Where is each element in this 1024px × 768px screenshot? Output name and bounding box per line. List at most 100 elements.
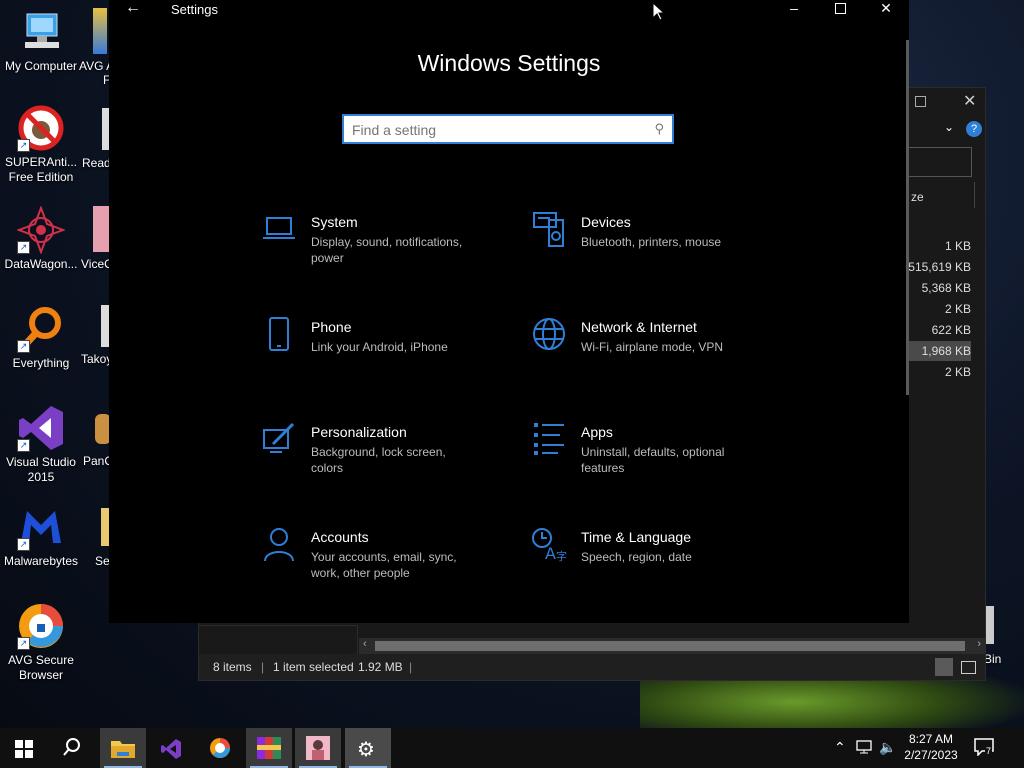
svg-text:A: A (545, 544, 556, 563)
partial-icon-label: Bin (984, 652, 1002, 666)
minimize-button[interactable]: – (771, 0, 817, 18)
chevron-up-icon[interactable]: ⌃ (834, 739, 846, 756)
mouse-cursor-icon (652, 1, 666, 26)
horizontal-scrollbar[interactable]: ‹ › (359, 638, 985, 654)
status-divider: | (261, 660, 265, 674)
taskbar-winrar[interactable] (246, 728, 292, 768)
phone-icon (261, 317, 297, 353)
taskbar: ⚙ ⌃ 🔈 8:27 AM 2/27/2023 7 (0, 728, 1024, 768)
person-icon (261, 527, 297, 563)
shortcut-arrow-icon: ↗ (17, 439, 30, 452)
maximize-button[interactable] (817, 0, 863, 18)
partial-icon-recycle-bin[interactable]: Bin (984, 606, 1001, 666)
help-icon[interactable]: ? (966, 121, 982, 137)
tile-network-internet[interactable]: Network & Internet Wi-Fi, airplane mode,… (531, 317, 771, 397)
tile-apps[interactable]: Apps Uninstall, defaults, optional featu… (531, 422, 771, 502)
page-title: Windows Settings (417, 50, 601, 76)
tile-phone[interactable]: Phone Link your Android, iPhone (261, 317, 501, 397)
time-language-icon: A字 (531, 527, 567, 563)
close-button[interactable]: ✕ (863, 0, 909, 18)
file-size: 1,968 KB (921, 344, 971, 358)
tile-devices[interactable]: Devices Bluetooth, printers, mouse (531, 212, 771, 292)
no-bug-icon: ↗ (17, 104, 65, 152)
back-arrow-icon[interactable]: ← (125, 0, 141, 17)
start-button[interactable] (0, 728, 46, 768)
desktop-icon-my-computer[interactable]: My Computer (0, 8, 82, 74)
tile-accounts[interactable]: Accounts Your accounts, email, sync, wor… (261, 527, 501, 607)
file-size: 622 KB (931, 323, 971, 337)
desktop-icon-label: Visual Studio 2015 (6, 455, 76, 484)
archive-icon (257, 737, 281, 764)
desktop-icon-label: SUPERAnti... Free Edition (4, 155, 78, 184)
network-icon[interactable] (856, 740, 872, 757)
system-clock[interactable]: 8:27 AM 2/27/2023 (900, 731, 962, 763)
malwarebytes-icon: ↗ (17, 503, 65, 551)
tile-name: Time & Language (581, 529, 691, 545)
tile-system[interactable]: System Display, sound, notifications, po… (261, 212, 501, 292)
apps-list-icon (531, 422, 567, 458)
column-header-size[interactable]: ze (911, 190, 924, 204)
tile-description: Link your Android, iPhone (311, 340, 448, 354)
desktop-icon-visual-studio[interactable]: ↗ Visual Studio 2015 (0, 404, 82, 485)
shortcut-arrow-icon: ↗ (17, 637, 30, 650)
paint-icon (261, 422, 297, 458)
file-size: 2 KB (944, 302, 971, 316)
scroll-left-icon[interactable]: ‹ (363, 638, 367, 650)
desktop-icon-everything[interactable]: ↗ Everything (0, 305, 82, 371)
visual-studio-icon (160, 738, 182, 765)
explorer-titlebar[interactable]: ✕ (909, 88, 985, 116)
tile-description: Bluetooth, printers, mouse (581, 235, 722, 249)
avg-browser-icon (209, 737, 231, 764)
document-icon (101, 305, 109, 347)
mandala-icon: ↗ (16, 205, 66, 255)
tile-name: Phone (311, 319, 352, 335)
image-icon (93, 206, 109, 252)
taskbar-file-explorer[interactable] (100, 728, 146, 768)
taskbar-visual-studio[interactable] (148, 728, 194, 768)
tile-description: Display, sound, notifications, power (311, 235, 463, 265)
large-icons-view-icon[interactable] (961, 661, 976, 674)
computer-icon (17, 8, 65, 56)
scroll-right-icon[interactable]: › (977, 638, 981, 650)
details-view-icon[interactable] (935, 658, 953, 676)
close-icon[interactable]: ✕ (963, 91, 976, 111)
search-icon: ⚲ (654, 121, 664, 136)
tile-time-language[interactable]: A字 Time & Language Speech, region, date (531, 527, 771, 607)
globe-icon (531, 317, 567, 353)
chevron-down-icon[interactable]: ⌄ (944, 120, 954, 134)
laptop-icon (261, 212, 297, 248)
partial-icon-label: Takoy (81, 352, 113, 366)
vertical-scrollbar[interactable] (906, 40, 909, 395)
status-bar: 8 items | 1 item selected 1.92 MB | (199, 654, 985, 680)
taskbar-avg-browser[interactable] (197, 728, 243, 768)
action-center-button[interactable]: 7 (974, 738, 996, 760)
volume-icon[interactable]: 🔈 (879, 739, 896, 756)
partial-icon-takoy[interactable]: Takoy (81, 305, 112, 366)
explorer-search-field[interactable] (909, 147, 972, 177)
tile-name: Devices (581, 214, 631, 230)
clock-time: 8:27 AM (908, 732, 954, 746)
tile-name: Accounts (311, 529, 369, 545)
search-button[interactable] (48, 728, 94, 768)
search-icon (63, 738, 81, 761)
partial-icon-reader[interactable]: Read (82, 108, 111, 170)
scrollbar-thumb[interactable] (375, 641, 965, 651)
selected-size: 1.92 MB (358, 660, 403, 674)
nav-pane-bottom (199, 625, 358, 655)
search-box[interactable]: ⚲ (342, 114, 674, 144)
search-input[interactable] (350, 120, 644, 140)
folder-icon (111, 738, 135, 763)
desktop-icon-avg-secure-browser[interactable]: ↗ AVG Secure Browser (0, 602, 82, 683)
taskbar-settings[interactable]: ⚙ (345, 728, 391, 768)
tile-name: System (311, 214, 358, 230)
maximize-icon[interactable] (915, 96, 926, 107)
tile-personalization[interactable]: Personalization Background, lock screen,… (261, 422, 501, 502)
taskbar-image-viewer[interactable] (295, 728, 341, 768)
desktop-icon-datawagon[interactable]: ↗ DataWagon... (0, 205, 82, 272)
desktop-icon-superantispyware[interactable]: ↗ SUPERAnti... Free Edition (0, 104, 82, 185)
status-divider: | (409, 660, 413, 674)
desktop-icon-malwarebytes[interactable]: ↗ Malwarebytes (0, 503, 82, 569)
svg-text:字: 字 (556, 549, 567, 563)
minimize-icon: – (790, 0, 798, 16)
settings-window[interactable]: ← Settings – ✕ Windows Settings ⚲ System… (109, 0, 909, 623)
